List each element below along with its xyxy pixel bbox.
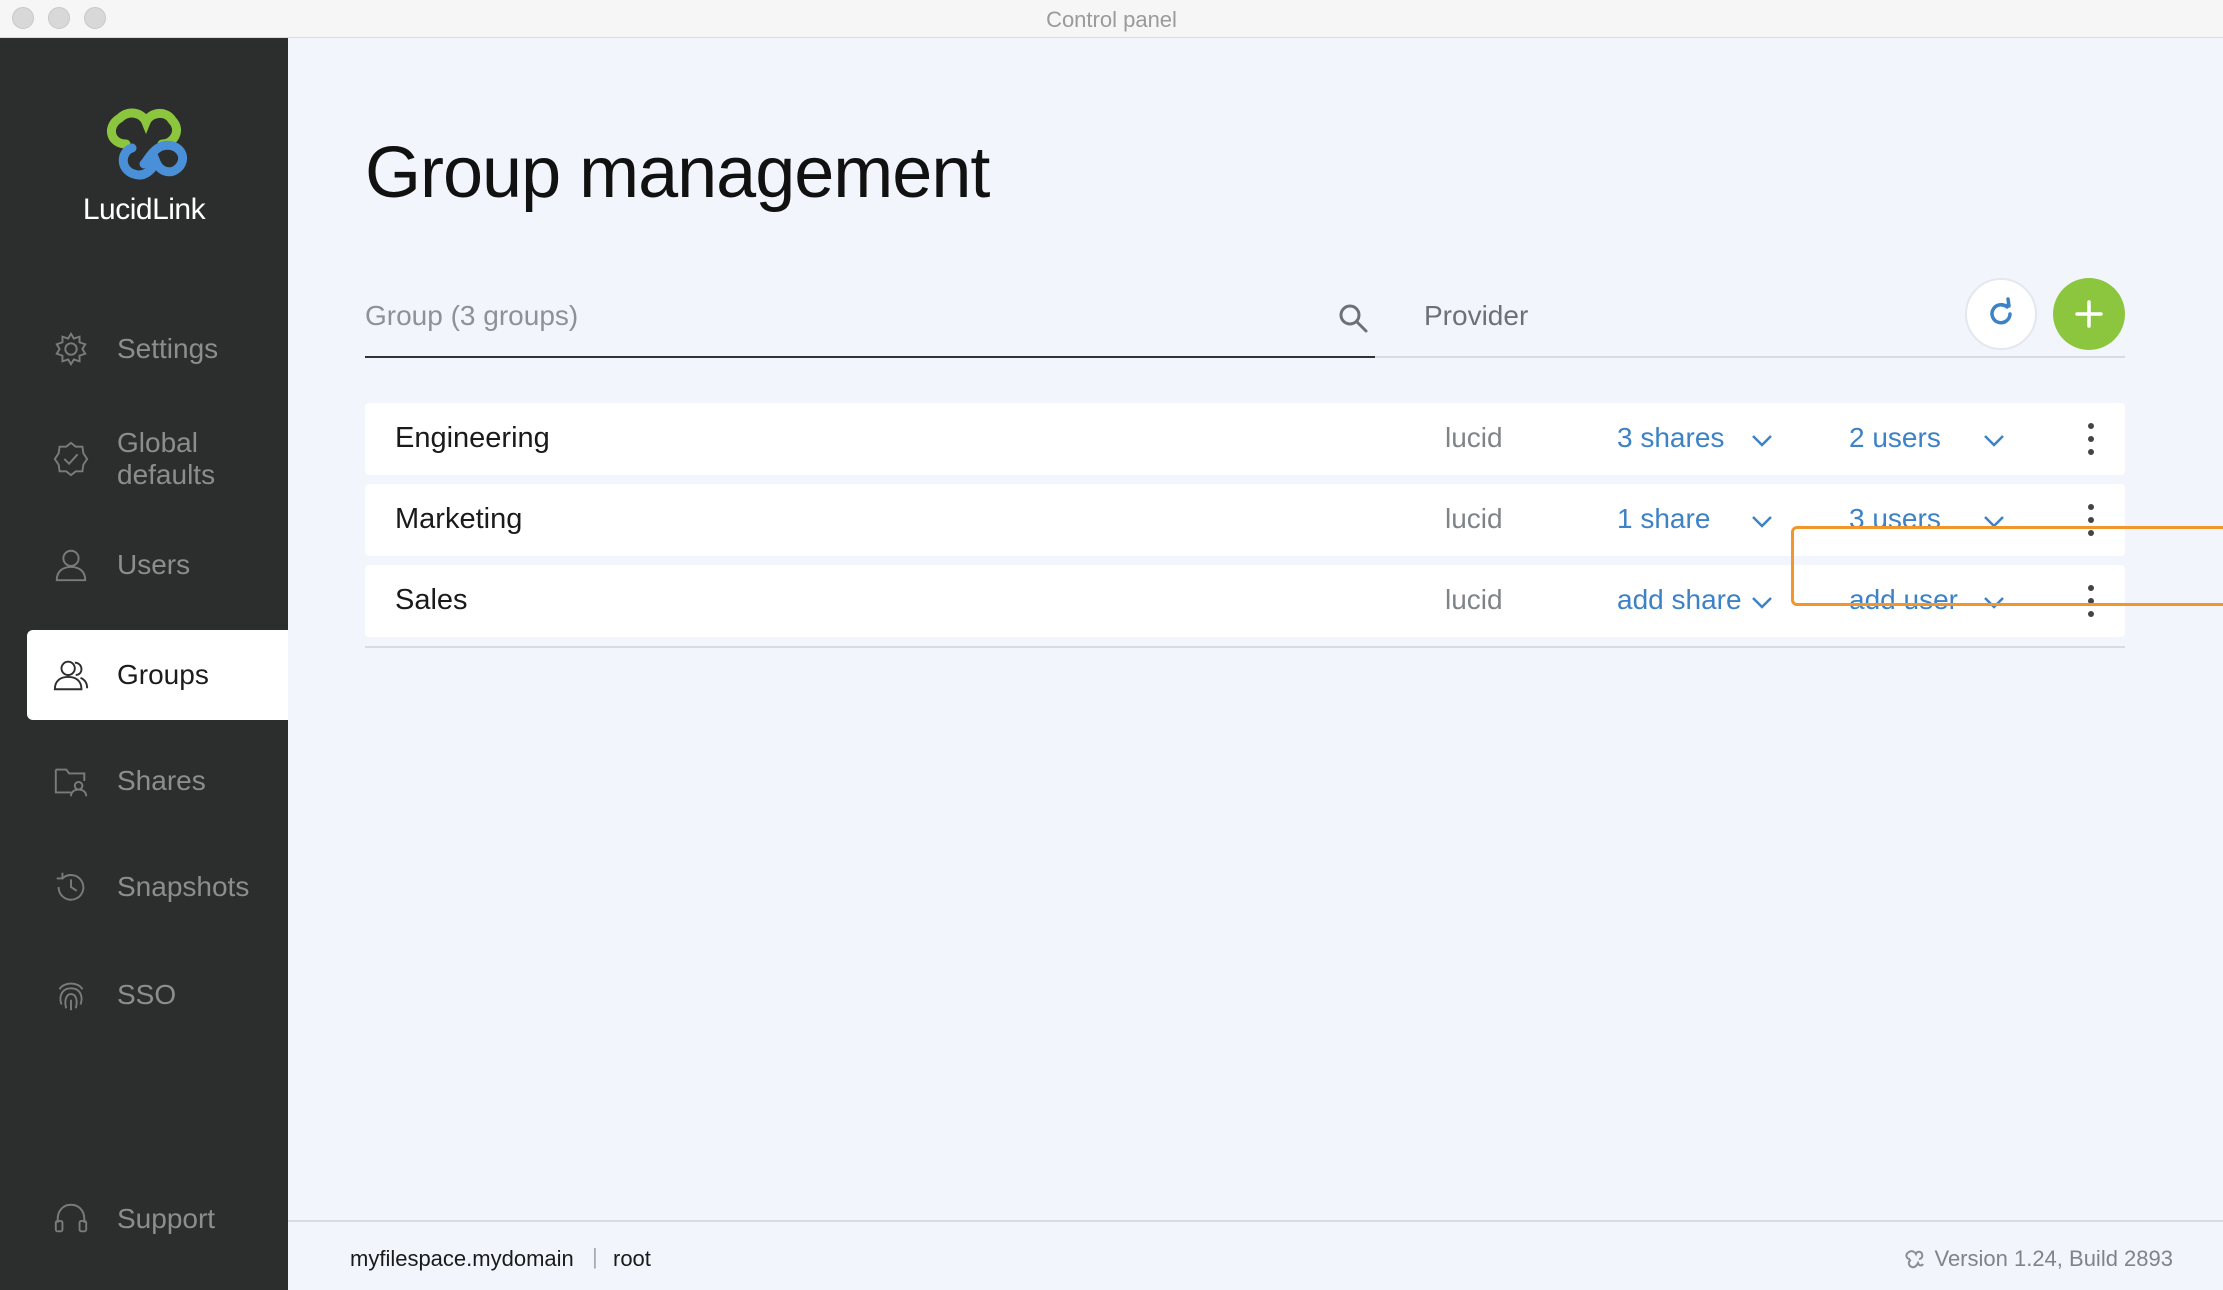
sidebar-item-sso[interactable]: SSO [27, 950, 288, 1040]
sidebar-item-label: Shares [117, 765, 206, 796]
group-name[interactable]: Sales [395, 584, 468, 617]
table-row[interactable]: Engineering lucid 3 shares 2 users [365, 403, 2125, 475]
user-icon [51, 545, 91, 585]
refresh-icon [1990, 297, 2012, 325]
search-input[interactable] [365, 296, 1305, 336]
sidebar-item-label: Global defaults [117, 427, 216, 490]
group-name[interactable]: Marketing [395, 503, 522, 536]
add-user-dropdown[interactable]: add user [1849, 584, 1958, 616]
history-icon [51, 867, 91, 907]
chevron-down-icon[interactable] [1747, 425, 1777, 455]
sidebar-item-global-defaults[interactable]: Global defaults [27, 414, 288, 504]
lucidlink-small-icon [1905, 1250, 1925, 1269]
shared-folder-icon [51, 761, 91, 801]
search-field [365, 278, 1375, 358]
group-provider: lucid [1445, 503, 1503, 534]
logo: LucidLink [0, 104, 288, 227]
header-divider [1375, 356, 2125, 358]
sidebar-item-label: Snapshots [117, 871, 250, 902]
sidebar-item-support[interactable]: Support [27, 1174, 288, 1264]
sidebar-item-label: Users [117, 549, 191, 580]
group-icon [51, 655, 91, 695]
group-provider: lucid [1445, 422, 1503, 453]
brand-name: LucidLink [82, 193, 206, 226]
chevron-down-icon[interactable] [1979, 506, 2009, 536]
table-row[interactable]: Marketing lucid 1 share 3 users [365, 484, 2125, 556]
group-list-header: Provider [365, 278, 2125, 358]
add-group-button[interactable] [2053, 278, 2125, 350]
provider-column-header[interactable]: Provider [1424, 300, 1528, 332]
fingerprint-icon [51, 975, 91, 1015]
group-shares-dropdown[interactable]: 1 share [1617, 503, 1710, 535]
lucidlink-logo-icon [107, 108, 188, 180]
sidebar-item-label: Settings [117, 333, 219, 364]
group-name[interactable]: Engineering [395, 422, 550, 455]
add-share-dropdown[interactable]: add share [1617, 584, 1742, 616]
sidebar-item-settings[interactable]: Settings [27, 304, 288, 394]
group-users-dropdown[interactable]: 3 users [1849, 503, 1941, 535]
window-title: Control panel [1046, 7, 1177, 32]
chevron-down-icon[interactable] [1747, 587, 1777, 617]
sidebar-item-shares[interactable]: Shares [27, 736, 288, 826]
group-users-dropdown[interactable]: 2 users [1849, 422, 1941, 454]
sidebar-item-users[interactable]: Users [27, 520, 288, 610]
status-footer: myfilespace.mydomain | root Version 1.24… [288, 1220, 2223, 1290]
chevron-down-icon[interactable] [1979, 587, 2009, 617]
row-menu-icon[interactable] [2085, 581, 2097, 621]
search-icon[interactable] [1335, 300, 1371, 336]
gear-icon [51, 329, 91, 369]
window-titlebar: Control panel [0, 0, 2223, 38]
sidebar-item-groups[interactable]: Groups [27, 630, 288, 720]
sidebar-item-label: Support [117, 1203, 216, 1234]
row-menu-icon[interactable] [2085, 419, 2097, 459]
version-text: Version 1.24, Build 2893 [1934, 1246, 2173, 1271]
sidebar: LucidLink Settings Global defaults Users… [0, 38, 288, 1290]
sidebar-item-label: Groups [117, 659, 209, 690]
group-provider: lucid [1445, 584, 1503, 615]
chevron-down-icon[interactable] [1979, 425, 2009, 455]
sidebar-item-snapshots[interactable]: Snapshots [27, 842, 288, 932]
sidebar-item-label: SSO [117, 979, 177, 1010]
table-row[interactable]: Sales lucid add share add user [365, 565, 2125, 637]
group-shares-dropdown[interactable]: 3 shares [1617, 422, 1724, 454]
headset-icon [51, 1199, 91, 1239]
refresh-button[interactable] [1965, 278, 2037, 350]
version-info: Version 1.24, Build 2893 [1902, 1246, 2173, 1272]
page-title: Group management [365, 133, 990, 213]
filespace-domain: myfilespace.mydomain [350, 1246, 574, 1271]
badge-check-icon [51, 439, 91, 479]
current-user: root [613, 1246, 651, 1271]
chevron-down-icon[interactable] [1747, 506, 1777, 536]
list-divider [365, 646, 2125, 648]
footer-separator: | [592, 1244, 598, 1269]
main-content: Group management Provider Engineering [288, 38, 2223, 1220]
row-menu-icon[interactable] [2085, 500, 2097, 540]
plus-icon [2075, 300, 2103, 328]
